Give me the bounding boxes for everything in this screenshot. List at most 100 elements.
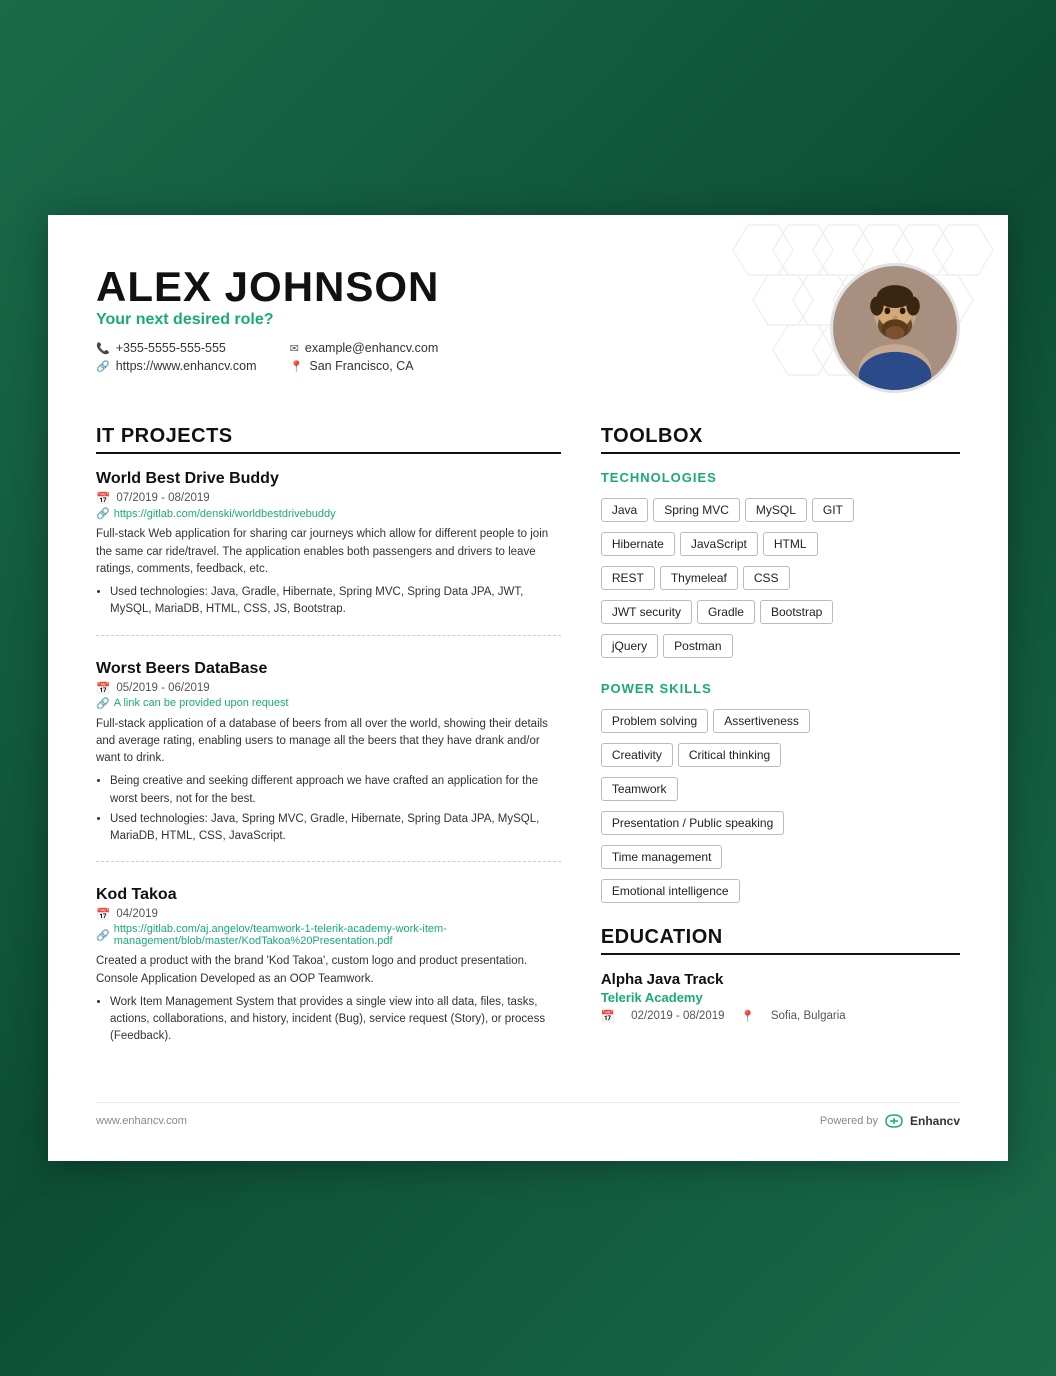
tag-spring-mvc: Spring MVC [653, 498, 740, 522]
footer: www.enhancv.com Powered by Enhancv [96, 1102, 960, 1129]
link-icon-3: 🔗 [96, 929, 110, 942]
footer-website: www.enhancv.com [96, 1115, 187, 1127]
project-3-bullets: Work Item Management System that provide… [96, 994, 561, 1046]
tech-tags-row-4: JWT security Gradle Bootstrap [601, 597, 960, 627]
skills-row-6: Emotional intelligence [601, 876, 960, 906]
header: ALEX JOHNSON Your next desired role? 📞 +… [96, 263, 960, 393]
tag-teamwork: Teamwork [601, 777, 678, 801]
candidate-name: ALEX JOHNSON [96, 263, 439, 311]
location-text: San Francisco, CA [309, 359, 413, 373]
power-skills-subtitle: POWER SKILLS [601, 681, 960, 696]
project-2-name: Worst Beers DataBase [96, 660, 561, 678]
location-item: 📍 San Francisco, CA [290, 359, 440, 373]
tag-git: GIT [812, 498, 854, 522]
candidate-role: Your next desired role? [96, 311, 439, 329]
website-url: https://www.enhancv.com [116, 359, 257, 373]
tag-problem-solving: Problem solving [601, 709, 708, 733]
phone-item: 📞 +355-5555-555-555 [96, 341, 258, 355]
tech-tags-row-2: Hibernate JavaScript HTML [601, 529, 960, 559]
website-item: 🔗 https://www.enhancv.com [96, 359, 258, 373]
edu-name: Alpha Java Track [601, 971, 960, 988]
project-2-bullet-2: Used technologies: Java, Spring MVC, Gra… [110, 811, 561, 846]
right-column: TOOLBOX TECHNOLOGIES Java Spring MVC MyS… [601, 425, 960, 1069]
education-section: EDUCATION Alpha Java Track Telerik Acade… [601, 926, 960, 1023]
edu-location-icon: 📍 [741, 1009, 755, 1023]
toolbox-divider [601, 452, 960, 454]
tag-mysql: MySQL [745, 498, 807, 522]
email-address: example@enhancv.com [305, 341, 438, 355]
skills-row-5: Time management [601, 842, 960, 872]
tag-css: CSS [743, 566, 790, 590]
technologies-section: TECHNOLOGIES Java Spring MVC MySQL GIT H… [601, 470, 960, 661]
contact-info: 📞 +355-5555-555-555 ✉ example@enhancv.co… [96, 341, 439, 373]
project-1-bullet-1: Used technologies: Java, Gradle, Hiberna… [110, 584, 561, 619]
toolbox-title: TOOLBOX [601, 425, 960, 448]
calendar-icon-3: 📅 [96, 907, 110, 921]
project-2: Worst Beers DataBase 📅 05/2019 - 06/2019… [96, 660, 561, 863]
project-3: Kod Takoa 📅 04/2019 🔗 https://gitlab.com… [96, 886, 561, 1045]
tech-tags-row-1: Java Spring MVC MySQL GIT [601, 495, 960, 525]
calendar-icon-2: 📅 [96, 681, 110, 695]
project-1: World Best Drive Buddy 📅 07/2019 - 08/20… [96, 470, 561, 635]
education-title: EDUCATION [601, 926, 960, 949]
email-item: ✉ example@enhancv.com [290, 341, 440, 355]
project-1-bullets: Used technologies: Java, Gradle, Hiberna… [96, 584, 561, 619]
link-icon-1: 🔗 [96, 507, 110, 520]
avatar-image [833, 263, 957, 393]
edu-calendar-icon: 📅 [601, 1009, 615, 1023]
project-2-bullet-1: Being creative and seeking different app… [110, 773, 561, 808]
tag-postman: Postman [663, 634, 732, 658]
avatar [830, 263, 960, 393]
left-column: IT PROJECTS World Best Drive Buddy 📅 07/… [96, 425, 561, 1069]
tag-html: HTML [763, 532, 818, 556]
tag-rest: REST [601, 566, 655, 590]
tag-bootstrap: Bootstrap [760, 600, 833, 624]
tag-emotional-intelligence: Emotional intelligence [601, 879, 740, 903]
powered-by-text: Powered by [820, 1115, 878, 1127]
main-content: IT PROJECTS World Best Drive Buddy 📅 07/… [96, 425, 960, 1069]
edu-location: Sofia, Bulgaria [771, 1010, 846, 1022]
tech-tags-row-5: jQuery Postman [601, 631, 960, 661]
email-icon: ✉ [290, 342, 299, 355]
project-1-divider [96, 635, 561, 636]
education-divider [601, 953, 960, 955]
tag-java: Java [601, 498, 648, 522]
project-3-name: Kod Takoa [96, 886, 561, 904]
enhancv-logo-icon [884, 1113, 904, 1129]
skills-row-1: Problem solving Assertiveness [601, 706, 960, 736]
project-3-date: 📅 04/2019 [96, 907, 561, 921]
link-icon-2: 🔗 [96, 697, 110, 710]
project-2-bullets: Being creative and seeking different app… [96, 773, 561, 845]
edu-date: 02/2019 - 08/2019 [631, 1010, 724, 1022]
tag-creativity: Creativity [601, 743, 673, 767]
resume-page: ALEX JOHNSON Your next desired role? 📞 +… [48, 215, 1008, 1160]
it-projects-title: IT PROJECTS [96, 425, 561, 448]
project-2-desc: Full-stack application of a database of … [96, 716, 561, 768]
location-icon: 📍 [290, 360, 304, 373]
tag-time-management: Time management [601, 845, 723, 869]
edu-meta: 📅 02/2019 - 08/2019 📍 Sofia, Bulgaria [601, 1009, 960, 1023]
calendar-icon-1: 📅 [96, 491, 110, 505]
tech-tags-row-3: REST Thymeleaf CSS [601, 563, 960, 593]
header-left: ALEX JOHNSON Your next desired role? 📞 +… [96, 263, 439, 373]
skills-row-3: Teamwork [601, 774, 960, 804]
edu-institution: Telerik Academy [601, 990, 960, 1005]
project-2-divider [96, 861, 561, 862]
tag-thymeleaf: Thymeleaf [660, 566, 738, 590]
phone-icon: 📞 [96, 342, 110, 355]
website-icon: 🔗 [96, 360, 110, 373]
project-2-date: 📅 05/2019 - 06/2019 [96, 681, 561, 695]
project-3-link: 🔗 https://gitlab.com/aj.angelov/teamwork… [96, 923, 561, 947]
power-skills-section: POWER SKILLS Problem solving Assertivene… [601, 681, 960, 906]
phone-number: +355-5555-555-555 [116, 341, 226, 355]
tag-presentation: Presentation / Public speaking [601, 811, 784, 835]
tag-jwt-security: JWT security [601, 600, 692, 624]
skills-row-4: Presentation / Public speaking [601, 808, 960, 838]
tag-jquery: jQuery [601, 634, 658, 658]
tag-javascript: JavaScript [680, 532, 758, 556]
project-1-name: World Best Drive Buddy [96, 470, 561, 488]
enhancv-brand: Enhancv [910, 1114, 960, 1128]
project-2-link: 🔗 A link can be provided upon request [96, 697, 561, 710]
project-1-date: 📅 07/2019 - 08/2019 [96, 491, 561, 505]
it-projects-divider [96, 452, 561, 454]
